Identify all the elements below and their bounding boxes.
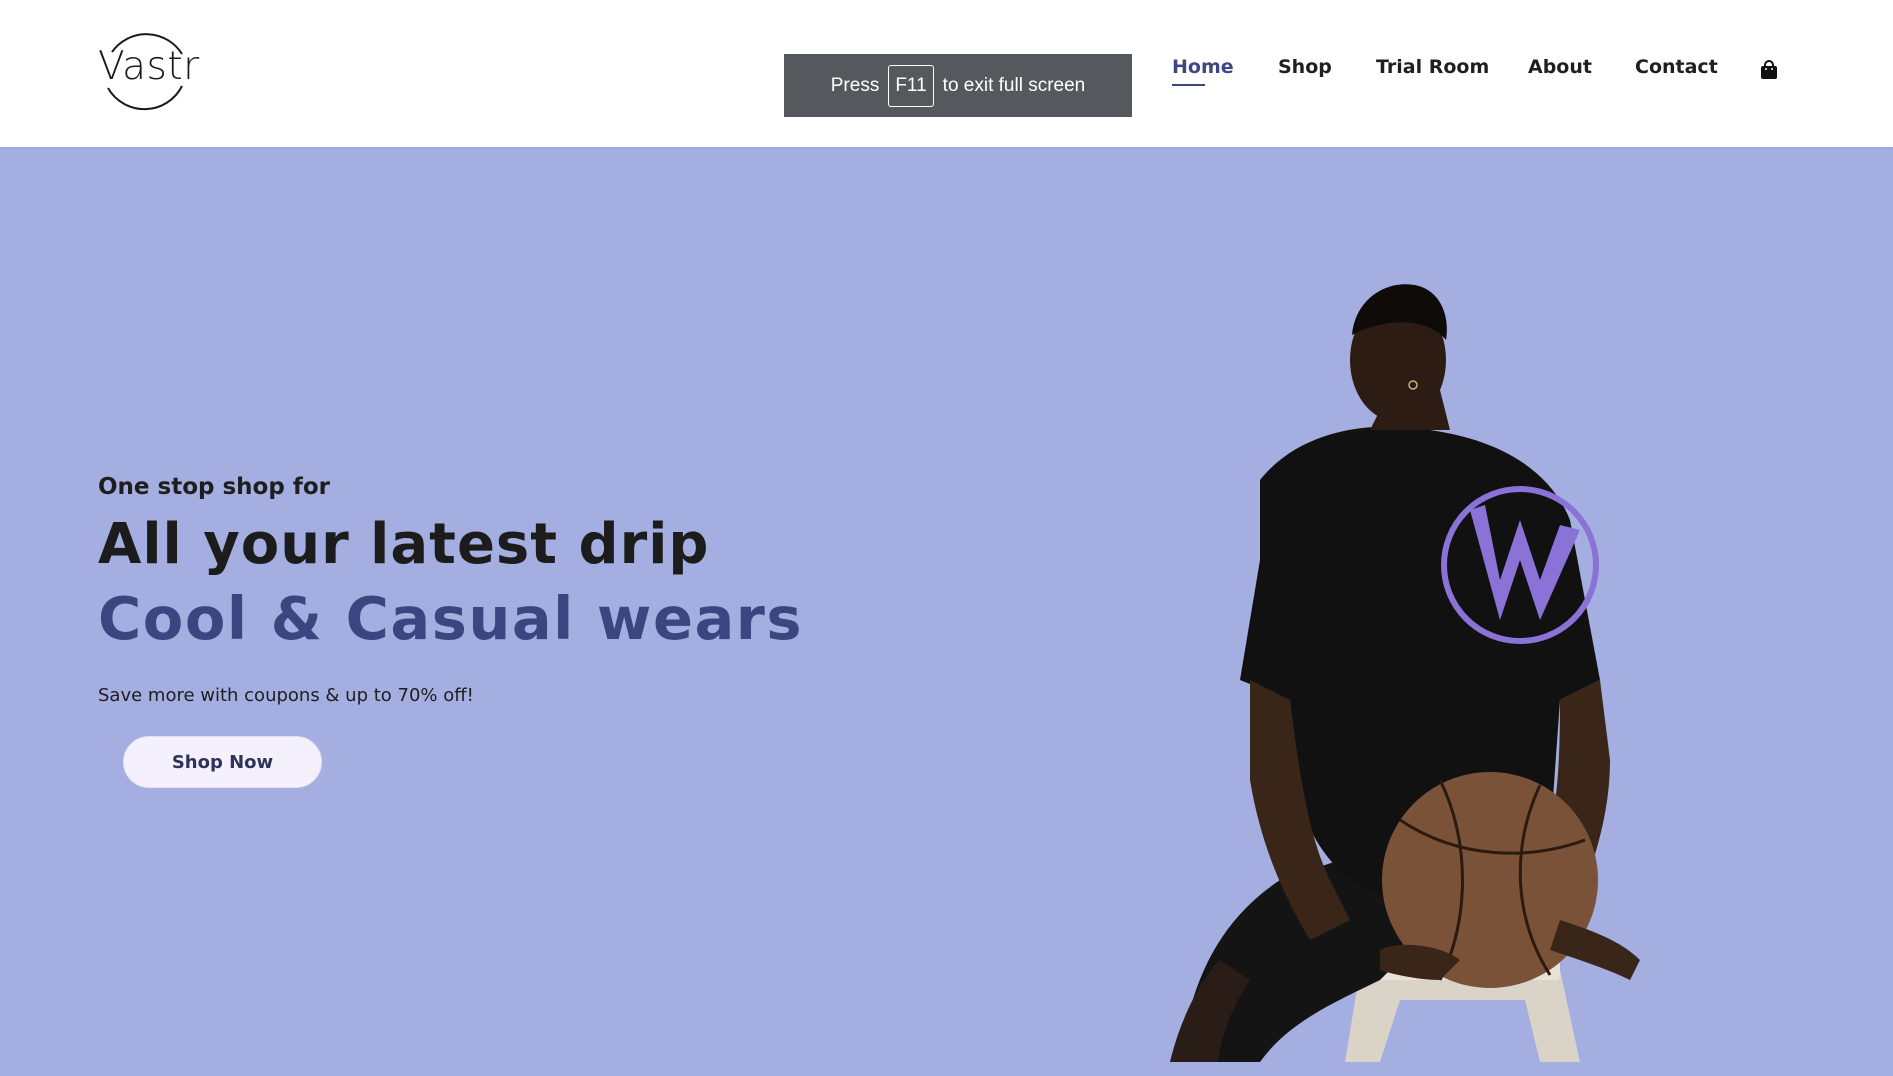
- nav-shop[interactable]: Shop: [1278, 56, 1332, 78]
- toast-suffix: to exit full screen: [942, 74, 1086, 96]
- site-header: Vastr Press F11 to exit full screen Home…: [0, 0, 1893, 147]
- hero-title-accent: Cool & Casual wears: [98, 584, 803, 653]
- nav-home[interactable]: Home: [1172, 56, 1234, 78]
- toast-prefix: Press: [830, 74, 880, 96]
- shopping-bag-icon[interactable]: [1759, 60, 1779, 80]
- nav-trial-room[interactable]: Trial Room: [1376, 56, 1489, 78]
- hero-model-image: [1170, 284, 1640, 1062]
- hero-description: Save more with coupons & up to 70% off!: [98, 685, 474, 706]
- nav-active-underline: [1172, 84, 1205, 86]
- toast-key: F11: [888, 64, 934, 107]
- hero-title: All your latest drip: [98, 512, 710, 577]
- shop-now-button[interactable]: Shop Now: [123, 736, 322, 788]
- nav-contact[interactable]: Contact: [1635, 56, 1718, 78]
- nav-about[interactable]: About: [1528, 56, 1592, 78]
- fullscreen-toast: Press F11 to exit full screen: [784, 54, 1132, 117]
- hero-subtitle: One stop shop for: [98, 474, 330, 500]
